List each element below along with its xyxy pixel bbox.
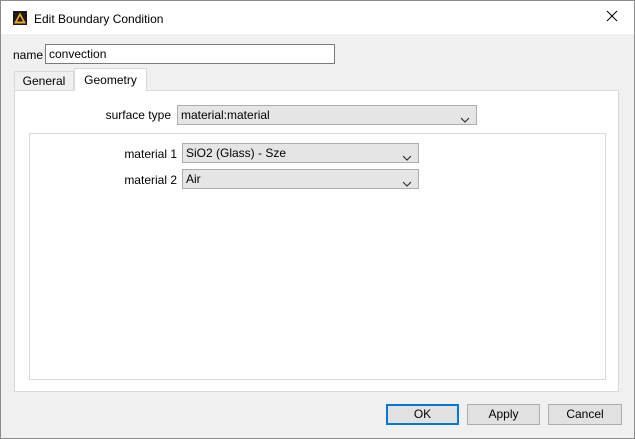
material-2-value: Air — [186, 172, 201, 186]
tab-general[interactable]: General — [14, 71, 74, 90]
title-bar: Edit Boundary Condition — [1, 1, 634, 34]
window-title: Edit Boundary Condition — [34, 12, 164, 26]
name-label: name — [13, 48, 44, 62]
tab-geometry[interactable]: Geometry — [74, 68, 147, 91]
close-button[interactable] — [589, 1, 634, 34]
materials-group: material 1 SiO2 (Glass) - Sze material 2… — [29, 133, 606, 380]
material-1-select[interactable]: SiO2 (Glass) - Sze — [182, 143, 419, 163]
material-2-select[interactable]: Air — [182, 169, 419, 189]
chevron-down-icon — [402, 149, 412, 161]
dialog-window: Edit Boundary Condition name General Geo… — [0, 0, 635, 439]
surface-type-value: material:material — [181, 108, 270, 122]
apply-button[interactable]: Apply — [467, 404, 540, 425]
surface-type-label: surface type — [105, 108, 171, 122]
warning-triangle-icon — [13, 11, 27, 25]
cancel-button[interactable]: Cancel — [548, 404, 622, 425]
surface-type-select[interactable]: material:material — [177, 105, 477, 125]
chevron-down-icon — [402, 175, 412, 187]
name-input[interactable] — [45, 44, 335, 64]
material-1-label: material 1 — [124, 147, 177, 161]
chevron-down-icon — [460, 111, 470, 123]
material-2-label: material 2 — [124, 173, 177, 187]
material-1-value: SiO2 (Glass) - Sze — [186, 146, 287, 160]
close-icon — [606, 10, 618, 25]
geometry-tab-panel: surface type material:material material … — [14, 90, 619, 392]
ok-button[interactable]: OK — [386, 404, 459, 425]
